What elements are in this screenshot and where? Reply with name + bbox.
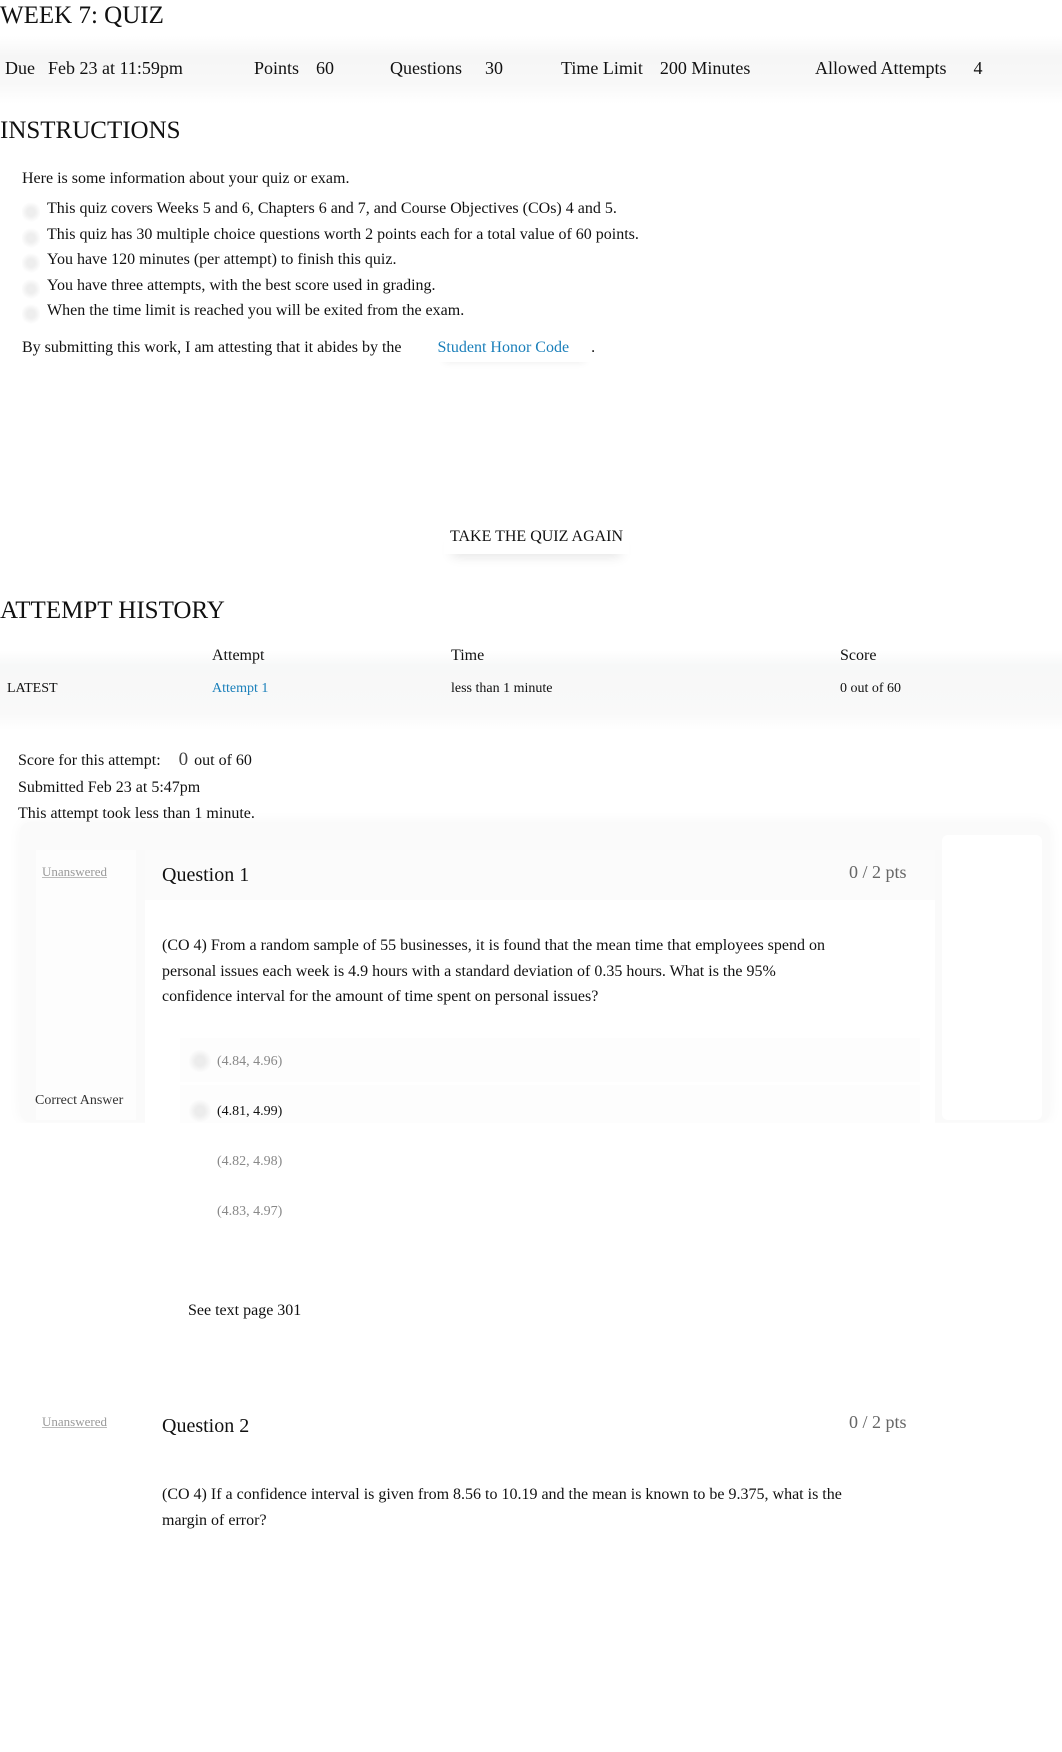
score-suffix: out of 60 (194, 752, 252, 769)
meta-allowed-attempts: Allowed Attempts 4 (815, 58, 983, 79)
column-header-time: Time (451, 647, 485, 664)
attempt-duration: This attempt took less than 1 minute. (18, 805, 255, 822)
instructions-list-item: You have three attempts, with the best s… (22, 277, 722, 303)
attempt-score: 0 out of 60 (840, 681, 902, 696)
answer-option-correct: (4.81, 4.99) (189, 1100, 282, 1122)
honor-statement: By submitting this work, I am attesting … (22, 339, 595, 357)
instructions-list-item: When the time limit is reached you will … (22, 302, 722, 328)
attempts-value: 4 (973, 58, 983, 78)
honor-suffix: . (591, 339, 596, 356)
attempts-label: Allowed Attempts (815, 58, 947, 78)
score-label: Score for this attempt: (18, 752, 161, 769)
questions-label: Questions (390, 58, 462, 78)
due-value: Feb 23 at 11:59pm (48, 58, 183, 78)
due-label: Due (5, 58, 35, 78)
question-1-points: 0 / 2 pts (849, 862, 907, 882)
question-1-text: (CO 4) From a random sample of 55 busine… (162, 937, 825, 1005)
latest-tag: LATEST (7, 681, 58, 696)
instructions-list-item: This quiz has 30 multiple choice questio… (22, 226, 722, 252)
attempt-history-heading: ATTEMPT HISTORY (0, 597, 225, 624)
bullet-icon (22, 278, 40, 299)
question-1-side-panel (942, 835, 1042, 1120)
attempt-time: less than 1 minute (451, 681, 553, 696)
points-value: 60 (316, 58, 335, 78)
radio-icon (189, 1100, 211, 1122)
points-label: Points (254, 58, 300, 78)
instructions-list: This quiz covers Weeks 5 and 6, Chapters… (22, 200, 722, 328)
bullet-icon (22, 253, 40, 273)
question-2-status: Unanswered (42, 1414, 107, 1429)
submitted-time: Submitted Feb 23 at 5:47pm (18, 779, 201, 796)
instructions-list-item: You have 120 minutes (per attempt) to fi… (22, 251, 722, 277)
instructions-intro: Here is some information about your quiz… (22, 170, 350, 187)
answer-option: (4.84, 4.96) (189, 1050, 282, 1072)
meta-points: Points 60 (254, 58, 334, 79)
column-header-score: Score (840, 647, 877, 664)
student-honor-code-link[interactable]: Student Honor Code (438, 337, 592, 362)
meta-time-limit: Time Limit 200 Minutes (561, 58, 750, 79)
question-1-status: Unanswered (42, 864, 107, 879)
instructions-heading: INSTRUCTIONS (0, 117, 181, 144)
page-title: WEEK 7: QUIZ (0, 2, 164, 29)
bullet-icon (22, 227, 40, 248)
question-1-status-column (36, 850, 136, 1120)
take-quiz-again-button[interactable]: TAKE THE QUIZ AGAIN (444, 526, 630, 554)
instructions-list-item: This quiz covers Weeks 5 and 6, Chapters… (22, 200, 722, 226)
time-limit-label: Time Limit (561, 58, 643, 78)
question-1-comment: See text page 301 (188, 1302, 302, 1319)
answer-row-bg (180, 1038, 920, 1082)
attempt-1-link[interactable]: Attempt 1 (212, 681, 268, 697)
question-2-text: (CO 4) If a confidence interval is given… (162, 1486, 842, 1529)
meta-due: Due Feb 23 at 11:59pm (5, 58, 183, 79)
meta-questions: Questions 30 (390, 58, 503, 79)
attempt-score-line: Score for this attempt: 0 out of 60 (18, 749, 252, 771)
bullet-icon (22, 304, 40, 324)
column-header-attempt: Attempt (212, 647, 265, 664)
correct-answer-label: Correct Answer (35, 1093, 124, 1108)
question-2-title: Question 2 (162, 1415, 250, 1437)
score-value: 0 (178, 749, 189, 770)
question-1-title: Question 1 (162, 864, 250, 886)
questions-value: 30 (485, 58, 503, 78)
bullet-icon (22, 202, 40, 222)
radio-icon (189, 1050, 211, 1072)
answer-option: (4.83, 4.97) (217, 1204, 283, 1219)
time-limit-value: 200 Minutes (659, 58, 751, 78)
answer-option: (4.82, 4.98) (217, 1154, 283, 1169)
honor-prefix: By submitting this work, I am attesting … (22, 339, 402, 356)
question-2-points: 0 / 2 pts (849, 1412, 907, 1432)
divider (0, 1123, 1062, 1137)
